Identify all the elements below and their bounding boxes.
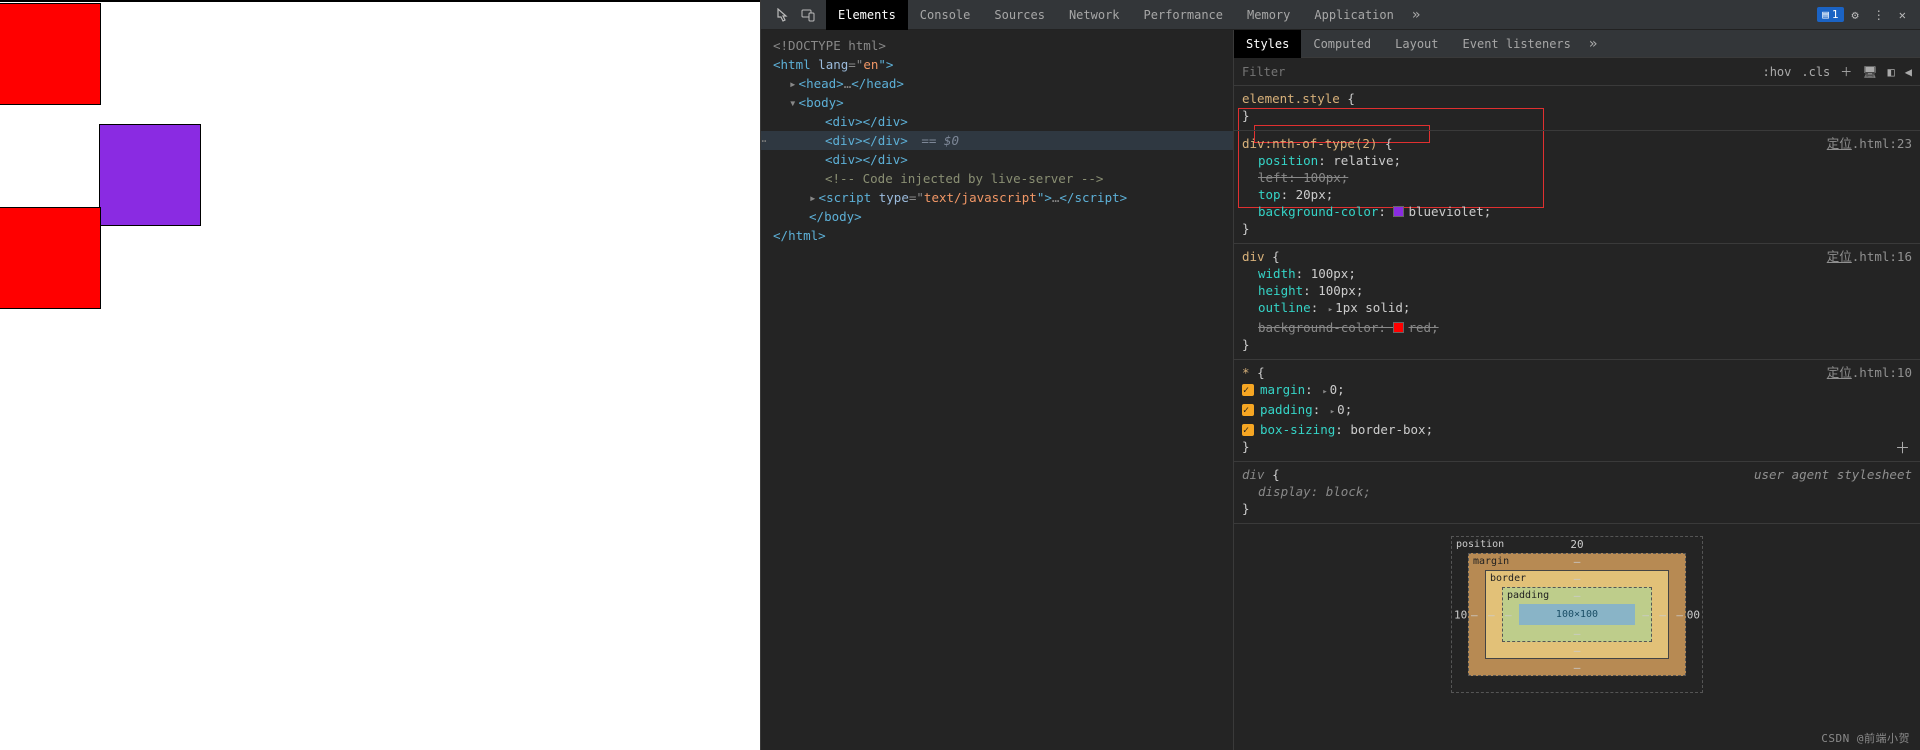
issues-badge[interactable]: ▤ 1 (1817, 7, 1843, 22)
styles-sidebar: Styles Computed Layout Event listeners »… (1234, 30, 1920, 750)
new-style-rule-icon[interactable]: ＋ (1840, 63, 1852, 80)
property-checkbox[interactable] (1242, 424, 1254, 436)
rule-source-link[interactable]: 定位.html:23 (1827, 135, 1912, 152)
chat-icon: ▤ (1822, 8, 1829, 21)
box-model-position[interactable]: position 20 100 -100 margin –––– border (1451, 536, 1703, 693)
box-model-margin[interactable]: margin –––– border –––– padding –––– (1468, 553, 1686, 676)
devtools-panel: Elements Console Sources Network Perform… (760, 0, 1920, 750)
rule-source-ua: user agent stylesheet (1754, 466, 1912, 483)
sidebar-tabs: Styles Computed Layout Event listeners » (1234, 30, 1920, 58)
device-icon[interactable]: 🖥 (1862, 65, 1877, 79)
styles-rules: element.style { } 定位.html:23 div:nth-of-… (1234, 86, 1920, 750)
dom-line[interactable]: <!DOCTYPE html> (761, 36, 1233, 55)
tab-elements[interactable]: Elements (826, 0, 908, 30)
panel-layout-icon[interactable]: ◧ (1888, 65, 1895, 79)
dom-line-selected[interactable]: <div></div> == $0 (761, 131, 1233, 150)
color-swatch[interactable] (1393, 206, 1404, 217)
dom-line[interactable]: ▾<body> (761, 93, 1233, 112)
styles-filter-input[interactable] (1242, 65, 1752, 79)
more-side-tabs-icon[interactable]: » (1583, 36, 1603, 52)
rendered-page (0, 0, 760, 750)
more-tabs-icon[interactable]: » (1406, 7, 1426, 23)
tab-performance[interactable]: Performance (1132, 0, 1235, 30)
css-rule-ua[interactable]: user agent stylesheet div { display: blo… (1234, 462, 1920, 524)
inspect-icon[interactable] (777, 8, 791, 22)
box-model-border[interactable]: border –––– padding –––– 100×100 (1485, 570, 1669, 659)
tab-event-listeners[interactable]: Event listeners (1451, 30, 1583, 58)
tab-layout[interactable]: Layout (1383, 30, 1450, 58)
box-model-padding[interactable]: padding –––– 100×100 (1502, 587, 1652, 642)
devtools-tabbar: Elements Console Sources Network Perform… (761, 0, 1920, 30)
tab-memory[interactable]: Memory (1235, 0, 1302, 30)
tab-sources[interactable]: Sources (982, 0, 1057, 30)
property-checkbox[interactable] (1242, 384, 1254, 396)
gear-icon[interactable]: ⚙ (1852, 8, 1859, 22)
box-model: position 20 100 -100 margin –––– border (1234, 524, 1920, 693)
hov-toggle[interactable]: :hov (1762, 65, 1791, 79)
tab-application[interactable]: Application (1302, 0, 1405, 30)
tab-computed[interactable]: Computed (1301, 30, 1383, 58)
box-model-content[interactable]: 100×100 (1519, 604, 1635, 625)
issues-count: 1 (1832, 8, 1839, 21)
dom-line[interactable]: </body> (761, 207, 1233, 226)
dom-line[interactable]: <div></div> (761, 112, 1233, 131)
add-rule-icon[interactable]: ＋ (1895, 440, 1910, 457)
close-icon[interactable]: ✕ (1899, 8, 1906, 22)
rule-source-link[interactable]: 定位.html:10 (1827, 364, 1912, 381)
css-rule-universal[interactable]: 定位.html:10 * { margin: ▸0; padding: ▸0; … (1234, 360, 1920, 462)
dom-line[interactable]: ▸<head>…</head> (761, 74, 1233, 93)
property-checkbox[interactable] (1242, 404, 1254, 416)
cls-toggle[interactable]: .cls (1801, 65, 1830, 79)
rule-source-link[interactable]: 定位.html:16 (1827, 248, 1912, 265)
tab-console[interactable]: Console (908, 0, 983, 30)
css-rule-nth-of-type[interactable]: 定位.html:23 div:nth-of-type(2) { position… (1234, 131, 1920, 244)
kebab-icon[interactable]: ⋮ (1873, 8, 1885, 22)
watermark: CSDN @前端小贺 (1821, 730, 1910, 746)
tab-styles[interactable]: Styles (1234, 30, 1301, 58)
dom-line[interactable]: <!-- Code injected by live-server --> (761, 169, 1233, 188)
css-rule-div[interactable]: 定位.html:16 div { width: 100px; height: 1… (1234, 244, 1920, 360)
styles-filter-bar: :hov .cls ＋ 🖥 ◧ ◀ (1234, 58, 1920, 86)
preview-box-3 (0, 208, 100, 308)
preview-box-2-selected (100, 125, 200, 225)
css-rule-element-style[interactable]: element.style { } (1234, 86, 1920, 131)
color-swatch[interactable] (1393, 322, 1404, 333)
dom-line[interactable]: <html lang="en"> (761, 55, 1233, 74)
tab-network[interactable]: Network (1057, 0, 1132, 30)
dom-line[interactable]: <div></div> (761, 150, 1233, 169)
dom-tree[interactable]: <!DOCTYPE html> <html lang="en"> ▸<head>… (761, 30, 1234, 750)
device-toggle-icon[interactable] (801, 8, 816, 22)
collapse-icon[interactable]: ◀ (1905, 65, 1912, 79)
dom-line[interactable]: </html> (761, 226, 1233, 245)
dom-line[interactable]: ▸<script type="text/javascript">…</scrip… (761, 188, 1233, 207)
preview-box-1 (0, 4, 100, 104)
